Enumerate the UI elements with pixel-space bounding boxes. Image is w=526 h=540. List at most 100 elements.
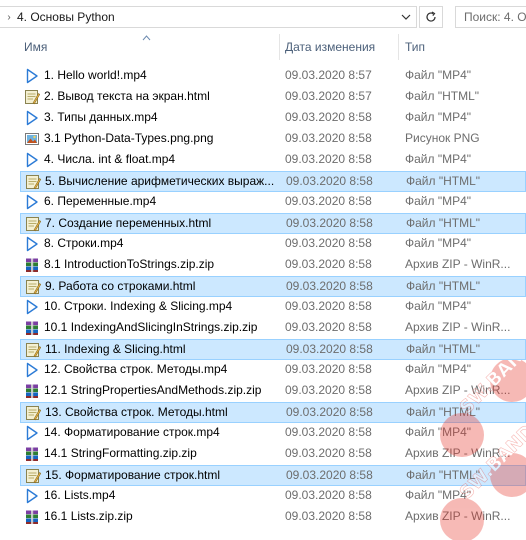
file-name[interactable]: 5. Вычисление арифметических выраж...	[45, 172, 283, 191]
file-row[interactable]: 16.1 Lists.zip.zip 09.03.2020 8:58 Архив Z…	[20, 507, 526, 528]
column-header-type-label: Тип	[405, 40, 426, 54]
file-type: Рисунок PNG	[405, 131, 480, 145]
zip-archive-icon	[24, 383, 40, 399]
file-date-modified: 09.03.2020 8:58	[285, 509, 372, 523]
file-name[interactable]: 12. Свойства строк. Методы.mp4	[44, 360, 282, 379]
file-row[interactable]: 12.1 StringPropertiesAndMethods.zip.zip 0…	[20, 381, 526, 402]
file-name[interactable]: 10. Строки. Indexing & Slicing.mp4	[44, 297, 282, 316]
column-header-date-label: Дата изменения	[285, 40, 376, 54]
zip-archive-icon	[24, 257, 40, 273]
file-name[interactable]: 9. Работа со строками.html	[45, 277, 283, 296]
zip-archive-icon	[24, 509, 40, 525]
file-date-modified: 09.03.2020 8:58	[285, 110, 372, 124]
file-type: Файл "HTML"	[406, 279, 481, 293]
file-date-modified: 09.03.2020 8:58	[285, 488, 372, 502]
file-type: Файл "MP4"	[405, 299, 472, 313]
file-row[interactable]: 6. Переменные.mp4 09.03.2020 8:58 Файл "MP…	[20, 192, 526, 213]
file-type: Файл "MP4"	[405, 236, 472, 250]
file-row[interactable]: 16. Lists.mp4 09.03.2020 8:58 Файл "MP4"	[20, 486, 526, 507]
file-row[interactable]: 5. Вычисление арифметических выраж... 09.…	[20, 171, 526, 192]
html-file-icon	[25, 342, 42, 358]
file-type: Файл "HTML"	[406, 174, 481, 188]
file-date-modified: 09.03.2020 8:57	[285, 68, 372, 82]
zip-archive-icon	[24, 320, 40, 336]
refresh-button[interactable]	[419, 6, 443, 28]
file-type: Архив ZIP - WinR...	[405, 509, 511, 523]
file-type: Файл "HTML"	[406, 468, 481, 482]
file-row[interactable]: 2. Вывод текста на экран.html 09.03.2020 …	[20, 87, 526, 108]
column-header-row: Имя Дата изменения Тип	[0, 34, 526, 60]
file-date-modified: 09.03.2020 8:58	[285, 131, 372, 145]
file-name[interactable]: 3.1 Python-Data-Types.png.png	[44, 129, 282, 148]
file-type: Файл "MP4"	[405, 362, 472, 376]
file-name[interactable]: 13. Свойства строк. Методы.html	[45, 403, 283, 422]
file-name[interactable]: 2. Вывод текста на экран.html	[44, 87, 282, 106]
file-name[interactable]: 6. Переменные.mp4	[44, 192, 282, 211]
column-divider[interactable]	[279, 34, 280, 60]
file-type: Файл "MP4"	[405, 110, 472, 124]
file-date-modified: 09.03.2020 8:58	[285, 152, 372, 166]
breadcrumb-chevron-icon[interactable]: ›	[3, 12, 15, 23]
file-name[interactable]: 14. Форматирование строк.mp4	[44, 423, 282, 442]
file-date-modified: 09.03.2020 8:58	[286, 468, 373, 482]
column-header-type[interactable]: Тип	[405, 34, 515, 60]
file-type: Архив ZIP - WinR...	[405, 320, 511, 334]
file-row[interactable]: 14. Форматирование строк.mp4 09.03.2020 8…	[20, 423, 526, 444]
html-file-icon	[24, 89, 41, 105]
file-name[interactable]: 1. Hello world!.mp4	[44, 66, 282, 85]
file-date-modified: 09.03.2020 8:58	[285, 425, 372, 439]
file-row[interactable]: 8.1 IntroductionToStrings.zip.zip 09.03.2…	[20, 255, 526, 276]
zip-archive-icon	[24, 446, 40, 462]
file-row[interactable]: 9. Работа со строками.html 09.03.2020 8:5…	[20, 276, 526, 297]
file-row[interactable]: 10.1 IndexingAndSlicingInStrings.zip.zip…	[20, 318, 526, 339]
video-icon	[24, 194, 40, 210]
file-name[interactable]: 11. Indexing & Slicing.html	[45, 340, 283, 359]
file-row[interactable]: 13. Свойства строк. Методы.html 09.03.202…	[20, 402, 526, 423]
html-file-icon	[25, 405, 42, 421]
file-date-modified: 09.03.2020 8:58	[285, 383, 372, 397]
file-name[interactable]: 8.1 IntroductionToStrings.zip.zip	[44, 255, 282, 274]
file-row[interactable]: 15. Форматирование строк.html 09.03.2020 …	[20, 465, 526, 486]
file-date-modified: 09.03.2020 8:57	[285, 89, 372, 103]
file-row[interactable]: 1. Hello world!.mp4 09.03.2020 8:57 Файл "…	[20, 66, 526, 87]
file-row[interactable]: 10. Строки. Indexing & Slicing.mp4 09.03.…	[20, 297, 526, 318]
file-name[interactable]: 15. Форматирование строк.html	[45, 466, 283, 485]
video-icon	[24, 152, 40, 168]
column-header-date[interactable]: Дата изменения	[285, 34, 395, 60]
file-row[interactable]: 7. Создание переменных.html 09.03.2020 8:…	[20, 213, 526, 234]
html-file-icon	[25, 279, 42, 295]
address-bar[interactable]: › 4. Основы Python	[0, 6, 417, 28]
file-row[interactable]: 4. Числа. int & float.mp4 09.03.2020 8:58…	[20, 150, 526, 171]
file-type: Файл "HTML"	[406, 342, 481, 356]
video-icon	[24, 362, 40, 378]
file-name[interactable]: 7. Создание переменных.html	[45, 214, 283, 233]
file-date-modified: 09.03.2020 8:58	[285, 257, 372, 271]
file-name[interactable]: 12.1 StringPropertiesAndMethods.zip.zip	[44, 381, 282, 400]
file-row[interactable]: 3.1 Python-Data-Types.png.png 09.03.2020 …	[20, 129, 526, 150]
column-header-name[interactable]: Имя	[24, 34, 274, 60]
file-date-modified: 09.03.2020 8:58	[286, 405, 373, 419]
video-icon	[24, 425, 40, 441]
file-name[interactable]: 10.1 IndexingAndSlicingInStrings.zip.zip	[44, 318, 282, 337]
file-row[interactable]: 8. Строки.mp4 09.03.2020 8:58 Файл "MP4"	[20, 234, 526, 255]
file-type: Файл "HTML"	[405, 89, 480, 103]
file-name[interactable]: 8. Строки.mp4	[44, 234, 282, 253]
file-row[interactable]: 12. Свойства строк. Методы.mp4 09.03.2020…	[20, 360, 526, 381]
search-input[interactable]: Поиск: 4. О	[455, 6, 526, 28]
file-name[interactable]: 16. Lists.mp4	[44, 486, 282, 505]
file-date-modified: 09.03.2020 8:58	[285, 299, 372, 313]
file-date-modified: 09.03.2020 8:58	[286, 342, 373, 356]
file-name[interactable]: 14.1 StringFormatting.zip.zip	[44, 444, 282, 463]
file-name[interactable]: 4. Числа. int & float.mp4	[44, 150, 282, 169]
column-divider[interactable]	[398, 34, 399, 60]
address-history-dropdown-icon[interactable]	[396, 7, 416, 27]
file-row[interactable]: 11. Indexing & Slicing.html 09.03.2020 8:…	[20, 339, 526, 360]
file-date-modified: 09.03.2020 8:58	[285, 194, 372, 208]
file-name[interactable]: 16.1 Lists.zip.zip	[44, 507, 282, 526]
file-type: Архив ZIP - WinR...	[405, 257, 511, 271]
file-name[interactable]: 3. Типы данных.mp4	[44, 108, 282, 127]
address-path[interactable]: 4. Основы Python	[17, 10, 115, 24]
file-date-modified: 09.03.2020 8:58	[285, 446, 372, 460]
file-row[interactable]: 14.1 StringFormatting.zip.zip 09.03.2020 …	[20, 444, 526, 465]
file-row[interactable]: 3. Типы данных.mp4 09.03.2020 8:58 Файл "M…	[20, 108, 526, 129]
